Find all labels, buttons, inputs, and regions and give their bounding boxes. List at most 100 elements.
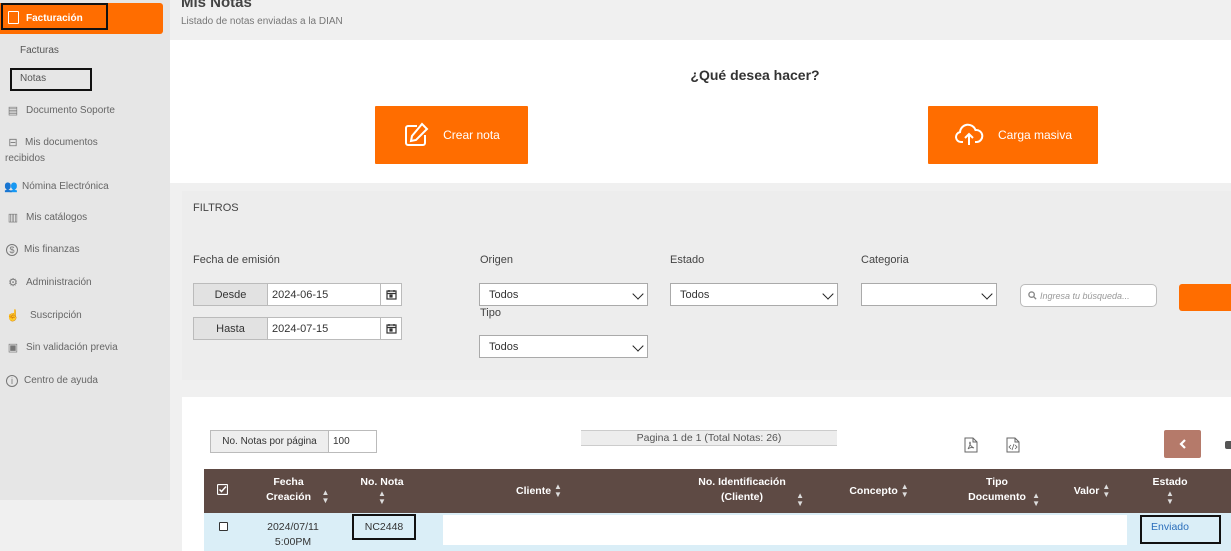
th-fecha[interactable]: Fecha Creación ▲ ▼: [246, 475, 342, 505]
search-button[interactable]: [1179, 284, 1231, 311]
sort-icon: ▲ ▼: [1102, 482, 1111, 499]
row-blank-cells: [443, 515, 1127, 545]
per-page-input[interactable]: 100: [329, 430, 377, 453]
search-doc-icon: ▣: [7, 342, 19, 354]
chevron-down-icon: [632, 340, 644, 352]
search-placeholder: Ingresa tu búsqueda...: [1040, 290, 1130, 301]
per-page-label: No. Notas por página: [210, 430, 329, 453]
th-label: Valor: [1073, 484, 1100, 497]
type-label: Tipo: [480, 307, 501, 319]
pdf-export-icon[interactable]: [964, 437, 978, 458]
state-select[interactable]: Todos: [670, 283, 838, 306]
cloud-upload-icon: [955, 123, 984, 145]
sidebar-item-facturacion[interactable]: Facturación: [0, 3, 163, 34]
page-title: Mis Notas: [181, 0, 252, 11]
date-to-label: Hasta: [193, 317, 268, 340]
table-row[interactable]: 2024/07/11 5:00PM NC2448 Enviado: [204, 513, 1231, 551]
date-from-group: Desde 2024-06-15: [193, 283, 402, 306]
sidebar-subitem-notas[interactable]: Notas: [20, 73, 46, 84]
th-no-nota[interactable]: No. Nota ▲ ▼: [354, 475, 410, 506]
per-page-group: No. Notas por página 100: [210, 430, 377, 453]
date-from-label: Desde: [193, 283, 268, 306]
th-label: Fecha Creación: [266, 476, 311, 503]
th-estado[interactable]: Estado ▲ ▼: [1144, 475, 1196, 506]
cell-fecha-time: 5:00PM: [274, 536, 312, 548]
table-header: Fecha Creación ▲ ▼ No. Nota ▲ ▼ Cliente ▲ ▼ No…: [204, 469, 1231, 513]
th-label: Estado: [1152, 476, 1188, 488]
users-icon: 👥: [4, 181, 18, 193]
sidebar-item-sin-validacion[interactable]: ▣ Sin validación previa: [6, 342, 118, 356]
th-cliente[interactable]: Cliente ▲ ▼: [499, 483, 579, 499]
edit-icon: [405, 122, 429, 146]
filters-panel: FILTROS Fecha de emisión Desde 2024-06-1…: [182, 191, 1231, 380]
category-label: Categoria: [861, 254, 909, 266]
sort-icon: ▲ ▼: [796, 491, 804, 508]
chevron-down-icon: [632, 288, 644, 300]
create-note-label: Crear nota: [443, 128, 500, 142]
date-from-input[interactable]: 2024-06-15: [268, 283, 381, 306]
calendar-icon[interactable]: [381, 317, 402, 340]
th-concepto[interactable]: Concepto ▲ ▼: [839, 483, 919, 499]
status-link[interactable]: Enviado: [1144, 520, 1196, 535]
sidebar-item-administracion[interactable]: ⚙ Administración: [6, 277, 92, 291]
sidebar-item-nomina[interactable]: 👥 Nómina Electrónica: [4, 181, 109, 195]
sidebar-item-documento-soporte[interactable]: ▤ Documento Soporte: [6, 105, 115, 119]
create-note-button[interactable]: Crear nota: [375, 106, 528, 164]
th-label: No. Nota: [360, 476, 404, 488]
document-icon: ▤: [7, 105, 19, 117]
state-label: Estado: [670, 254, 705, 266]
date-label: Fecha de emisión: [193, 254, 280, 266]
sidebar-item-ayuda[interactable]: i Centro de ayuda: [6, 375, 98, 389]
type-select[interactable]: Todos: [479, 335, 648, 358]
cell-no-nota[interactable]: NC2448: [354, 520, 414, 535]
origin-select[interactable]: Todos: [479, 283, 648, 306]
search-icon: [1028, 291, 1037, 300]
th-label: Cliente: [516, 484, 552, 497]
info-icon: i: [6, 375, 18, 387]
hand-icon: ☝: [6, 310, 20, 322]
next-page-button[interactable]: [1225, 441, 1231, 449]
th-label: No. Identificación (Cliente): [698, 476, 786, 503]
bulk-upload-label: Carga masiva: [997, 128, 1073, 142]
category-select[interactable]: [861, 283, 997, 306]
state-select-value: Todos: [680, 288, 710, 301]
sort-icon: ▲ ▼: [1166, 489, 1174, 506]
date-to-group: Hasta 2024-07-15: [193, 317, 402, 340]
action-question: ¿Qué desea hacer?: [690, 67, 820, 83]
date-to-input[interactable]: 2024-07-15: [268, 317, 381, 340]
chevron-left-icon: [1178, 439, 1186, 449]
cell-fecha-date: 2024/07/11: [267, 521, 319, 533]
page-info: Pagina 1 de 1 (Total Notas: 26): [581, 430, 837, 446]
origin-label: Origen: [480, 254, 514, 266]
page-subtitle: Listado de notas enviadas a la DIAN: [181, 16, 343, 27]
sidebar-item-finanzas[interactable]: $ Mis finanzas: [6, 244, 80, 258]
sidebar-item-suscripcion[interactable]: ☝ Suscripción: [6, 310, 82, 324]
prev-page-button[interactable]: [1164, 430, 1201, 458]
th-tipo-documento[interactable]: Tipo Documento ▲ ▼: [952, 475, 1042, 508]
cogs-icon: ⚙: [8, 277, 18, 289]
sort-icon: ▲ ▼: [321, 488, 330, 506]
notes-table-panel: No. Notas por página 100 Pagina 1 de 1 (…: [182, 397, 1231, 551]
search-input[interactable]: Ingresa tu búsqueda...: [1020, 284, 1157, 307]
type-select-value: Todos: [489, 340, 519, 353]
calendar-icon[interactable]: [381, 283, 402, 306]
bulk-upload-button[interactable]: Carga masiva: [928, 106, 1098, 164]
xml-export-icon[interactable]: [1006, 437, 1020, 458]
dollar-icon: $: [6, 244, 18, 256]
sidebar-subitem-facturas[interactable]: Facturas: [20, 45, 59, 56]
th-valor[interactable]: Valor ▲ ▼: [1067, 483, 1117, 499]
cell-fecha: 2024/07/11 5:00PM: [248, 520, 338, 550]
th-label: Tipo Documento: [968, 476, 1026, 503]
sidebar-item-catalogos[interactable]: ▥ Mis catálogos: [6, 212, 87, 226]
select-all-checkbox[interactable]: [217, 484, 228, 495]
row-checkbox[interactable]: [219, 522, 228, 531]
inbox-icon: ⊟: [8, 137, 18, 149]
origin-select-value: Todos: [489, 288, 519, 301]
action-panel: ¿Qué desea hacer? Crear nota Carga masiv…: [170, 40, 1231, 183]
th-no-identificacion[interactable]: No. Identificación (Cliente) ▲ ▼: [682, 475, 804, 508]
th-label: Concepto: [849, 484, 898, 497]
sort-icon: ▲ ▼: [378, 489, 386, 506]
chevron-down-icon: [981, 288, 993, 300]
sort-icon: ▲ ▼: [554, 482, 562, 499]
sidebar-item-label: Facturación: [26, 13, 83, 24]
